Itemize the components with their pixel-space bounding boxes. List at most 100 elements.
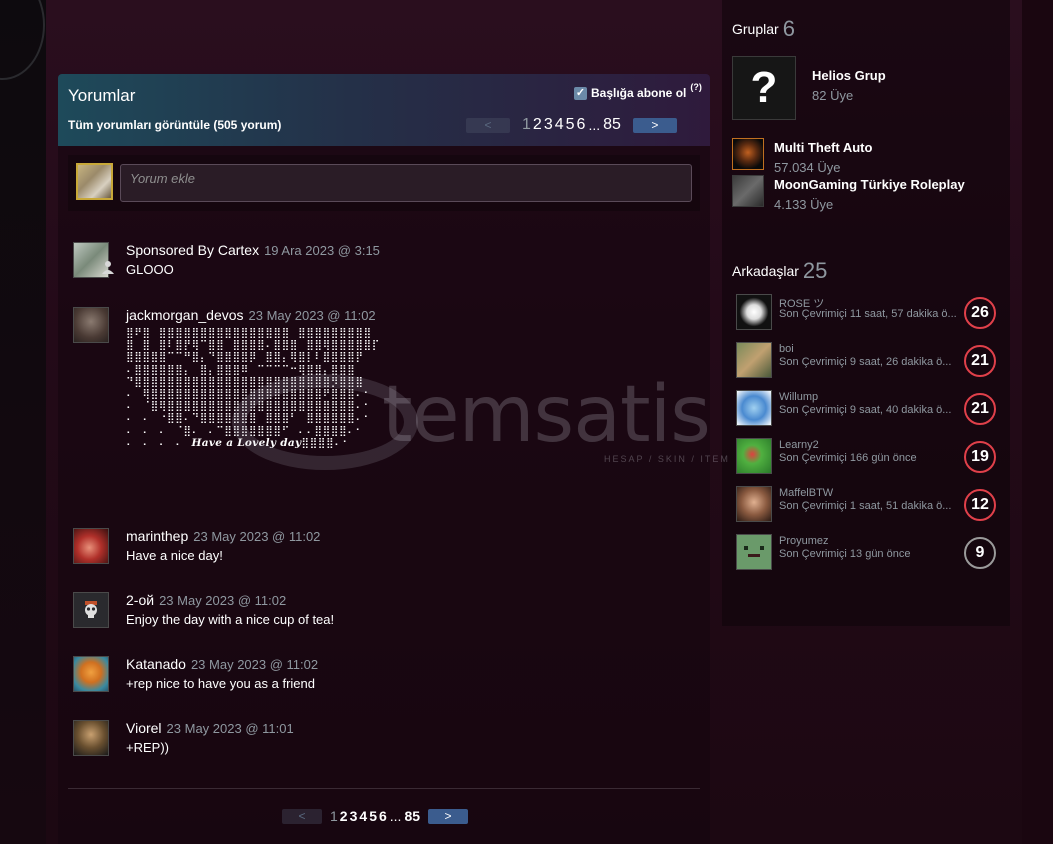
comment-author[interactable]: Viorel 23 May 2023 @ 11:01 xyxy=(126,720,294,736)
comment-text: Have a nice day! xyxy=(126,548,223,563)
ascii-caption: Have a Lovely day xyxy=(191,436,302,449)
comment-date: 23 May 2023 @ 11:01 xyxy=(166,721,294,736)
comments-divider xyxy=(68,788,700,789)
skull-icon xyxy=(85,601,97,618)
subscribe-label: Başlığa abone ol xyxy=(591,86,687,100)
help-icon[interactable]: (?) xyxy=(690,82,702,92)
view-all-comments-link[interactable]: Tüm yorumları görüntüle (505 yorum) xyxy=(68,118,281,132)
comment-author[interactable]: marinthep 23 May 2023 @ 11:02 xyxy=(126,528,320,544)
comment-avatar[interactable] xyxy=(73,720,109,756)
checkbox-icon[interactable]: ✓ xyxy=(574,86,587,100)
page-last[interactable]: 85 xyxy=(404,808,420,824)
friend-name[interactable]: boi xyxy=(779,343,794,355)
author-name[interactable]: Katanado xyxy=(126,656,186,672)
page-3[interactable]: 3 xyxy=(350,808,358,824)
author-name[interactable]: jackmorgan_devos xyxy=(126,307,244,323)
page-2[interactable]: 2 xyxy=(533,116,542,134)
page-2[interactable]: 2 xyxy=(340,808,348,824)
page-4[interactable]: 4 xyxy=(359,808,367,824)
friend-name[interactable]: Learny2 xyxy=(779,439,819,451)
friend-item[interactable]: ROSE ツ Son Çevrimiçi 11 saat, 57 dakika … xyxy=(736,294,998,334)
comment-avatar[interactable] xyxy=(73,656,109,692)
friend-status: Son Çevrimiçi 166 gün önce xyxy=(779,452,917,464)
groups-title[interactable]: Gruplar xyxy=(732,21,779,37)
pixel-face-icon xyxy=(744,546,764,557)
friend-item[interactable]: Willump Son Çevrimiçi 9 saat, 40 dakika … xyxy=(736,390,998,430)
group-name[interactable]: Helios Grup xyxy=(812,68,886,83)
comment-author[interactable]: 2-ой 23 May 2023 @ 11:02 xyxy=(126,592,286,608)
friend-avatar[interactable] xyxy=(736,294,772,330)
comment-text: +rep nice to have you as a friend xyxy=(126,676,315,691)
friend-name[interactable]: Willump xyxy=(779,391,818,403)
friend-status: Son Çevrimiçi 1 saat, 51 dakika ö... xyxy=(779,500,952,512)
author-name[interactable]: marinthep xyxy=(126,528,188,544)
page-4[interactable]: 4 xyxy=(555,116,564,134)
page-5[interactable]: 5 xyxy=(566,116,575,134)
comment-input[interactable]: Yorum ekle xyxy=(120,164,692,202)
comment-avatar[interactable] xyxy=(73,592,109,628)
page-last[interactable]: 85 xyxy=(603,116,621,134)
groups-count: 6 xyxy=(782,16,795,41)
author-name[interactable]: 2-ой xyxy=(126,592,154,608)
next-page-button[interactable]: > xyxy=(428,808,469,824)
friend-name[interactable]: Proyumez xyxy=(779,535,829,547)
friend-status: Son Çevrimiçi 11 saat, 57 dakika ö... xyxy=(779,308,957,320)
group-members: 82 Üye xyxy=(812,88,854,103)
page-5[interactable]: 5 xyxy=(369,808,377,824)
group-name[interactable]: Multi Theft Auto xyxy=(774,140,872,155)
comment-date: 23 May 2023 @ 11:02 xyxy=(159,593,287,608)
page-1: 1 xyxy=(330,808,338,824)
group-members: 57.034 Üye xyxy=(774,160,841,175)
ascii-art: ⣿⠟⣿⠀⣿⣿⣿⣿⣿⣿⣿⣿⣿⣿⣿⣿⣿⣿⣿⣿⠀⣿⣿⣿⣿⣿⣿⣿⣿⣿ ⣿⠀⣿⠀⣿⠇⣿⡟⢿… xyxy=(126,327,380,449)
comment-date: 19 Ara 2023 @ 3:15 xyxy=(264,243,380,258)
friend-item[interactable]: Proyumez Son Çevrimiçi 13 gün önce 9 xyxy=(736,534,998,574)
page-3[interactable]: 3 xyxy=(544,116,553,134)
moongaming-icon[interactable] xyxy=(732,175,764,207)
group-item[interactable]: Multi Theft Auto 57.034 Üye xyxy=(732,138,872,175)
comment-author[interactable]: jackmorgan_devos 23 May 2023 @ 11:02 xyxy=(126,307,376,323)
author-name[interactable]: Viorel xyxy=(126,720,162,736)
author-name[interactable]: Sponsored By Cartex xyxy=(126,242,259,258)
friend-item[interactable]: MaffelBTW Son Çevrimiçi 1 saat, 51 dakik… xyxy=(736,486,998,526)
friend-level-badge: 21 xyxy=(964,345,996,377)
my-avatar xyxy=(76,163,113,200)
friend-avatar[interactable] xyxy=(736,438,772,474)
comments-header: Yorumlar Tüm yorumları görüntüle (505 yo… xyxy=(58,74,710,146)
friend-avatar[interactable] xyxy=(736,486,772,522)
friend-avatar[interactable] xyxy=(736,390,772,426)
page-numbers: 1 2 3 4 5 6 ... 85 xyxy=(330,808,420,824)
prev-page-button[interactable]: < xyxy=(466,117,510,133)
group-item[interactable]: MoonGaming Türkiye Roleplay 4.133 Üye xyxy=(732,175,965,212)
comment-author[interactable]: Sponsored By Cartex 19 Ara 2023 @ 3:15 xyxy=(126,242,380,258)
question-mark-icon[interactable]: ? xyxy=(732,56,796,120)
prev-page-button[interactable]: < xyxy=(282,808,322,824)
mta-icon[interactable] xyxy=(732,138,764,170)
friend-status: Son Çevrimiçi 9 saat, 40 dakika ö... xyxy=(779,404,952,416)
subscribe-toggle[interactable]: ✓ Başlığa abone ol (?) xyxy=(574,82,702,100)
groups-heading[interactable]: Gruplar 6 xyxy=(732,16,795,42)
friend-name[interactable]: MaffelBTW xyxy=(779,487,833,499)
comment-avatar[interactable] xyxy=(73,528,109,564)
friends-count: 25 xyxy=(802,258,828,283)
page-6[interactable]: 6 xyxy=(577,116,586,134)
friend-level-badge: 12 xyxy=(964,489,996,521)
next-page-button[interactable]: > xyxy=(632,117,677,133)
comment-date: 23 May 2023 @ 11:02 xyxy=(193,529,321,544)
group-item[interactable]: ? Helios Grup 82 Üye xyxy=(732,56,886,120)
page-6[interactable]: 6 xyxy=(379,808,387,824)
comment-date: 23 May 2023 @ 11:02 xyxy=(248,308,376,323)
friend-avatar[interactable] xyxy=(736,534,772,570)
friend-avatar[interactable] xyxy=(736,342,772,378)
comment-date: 23 May 2023 @ 11:02 xyxy=(190,657,319,672)
group-name[interactable]: MoonGaming Türkiye Roleplay xyxy=(774,177,965,192)
comment-author[interactable]: Katanado 23 May 2023 @ 11:02 xyxy=(126,656,318,672)
backdrop-arc xyxy=(0,0,45,80)
friends-heading[interactable]: Arkadaşlar 25 xyxy=(732,258,827,284)
friend-item[interactable]: boi Son Çevrimiçi 9 saat, 26 dakika ö...… xyxy=(736,342,998,382)
comment-text: GLOOO xyxy=(126,262,174,277)
page-ellipsis: ... xyxy=(389,808,402,824)
friend-level-badge: 19 xyxy=(964,441,996,473)
friend-item[interactable]: Learny2 Son Çevrimiçi 166 gün önce 19 xyxy=(736,438,998,478)
comment-avatar[interactable] xyxy=(73,307,109,343)
friends-title[interactable]: Arkadaşlar xyxy=(732,263,799,279)
